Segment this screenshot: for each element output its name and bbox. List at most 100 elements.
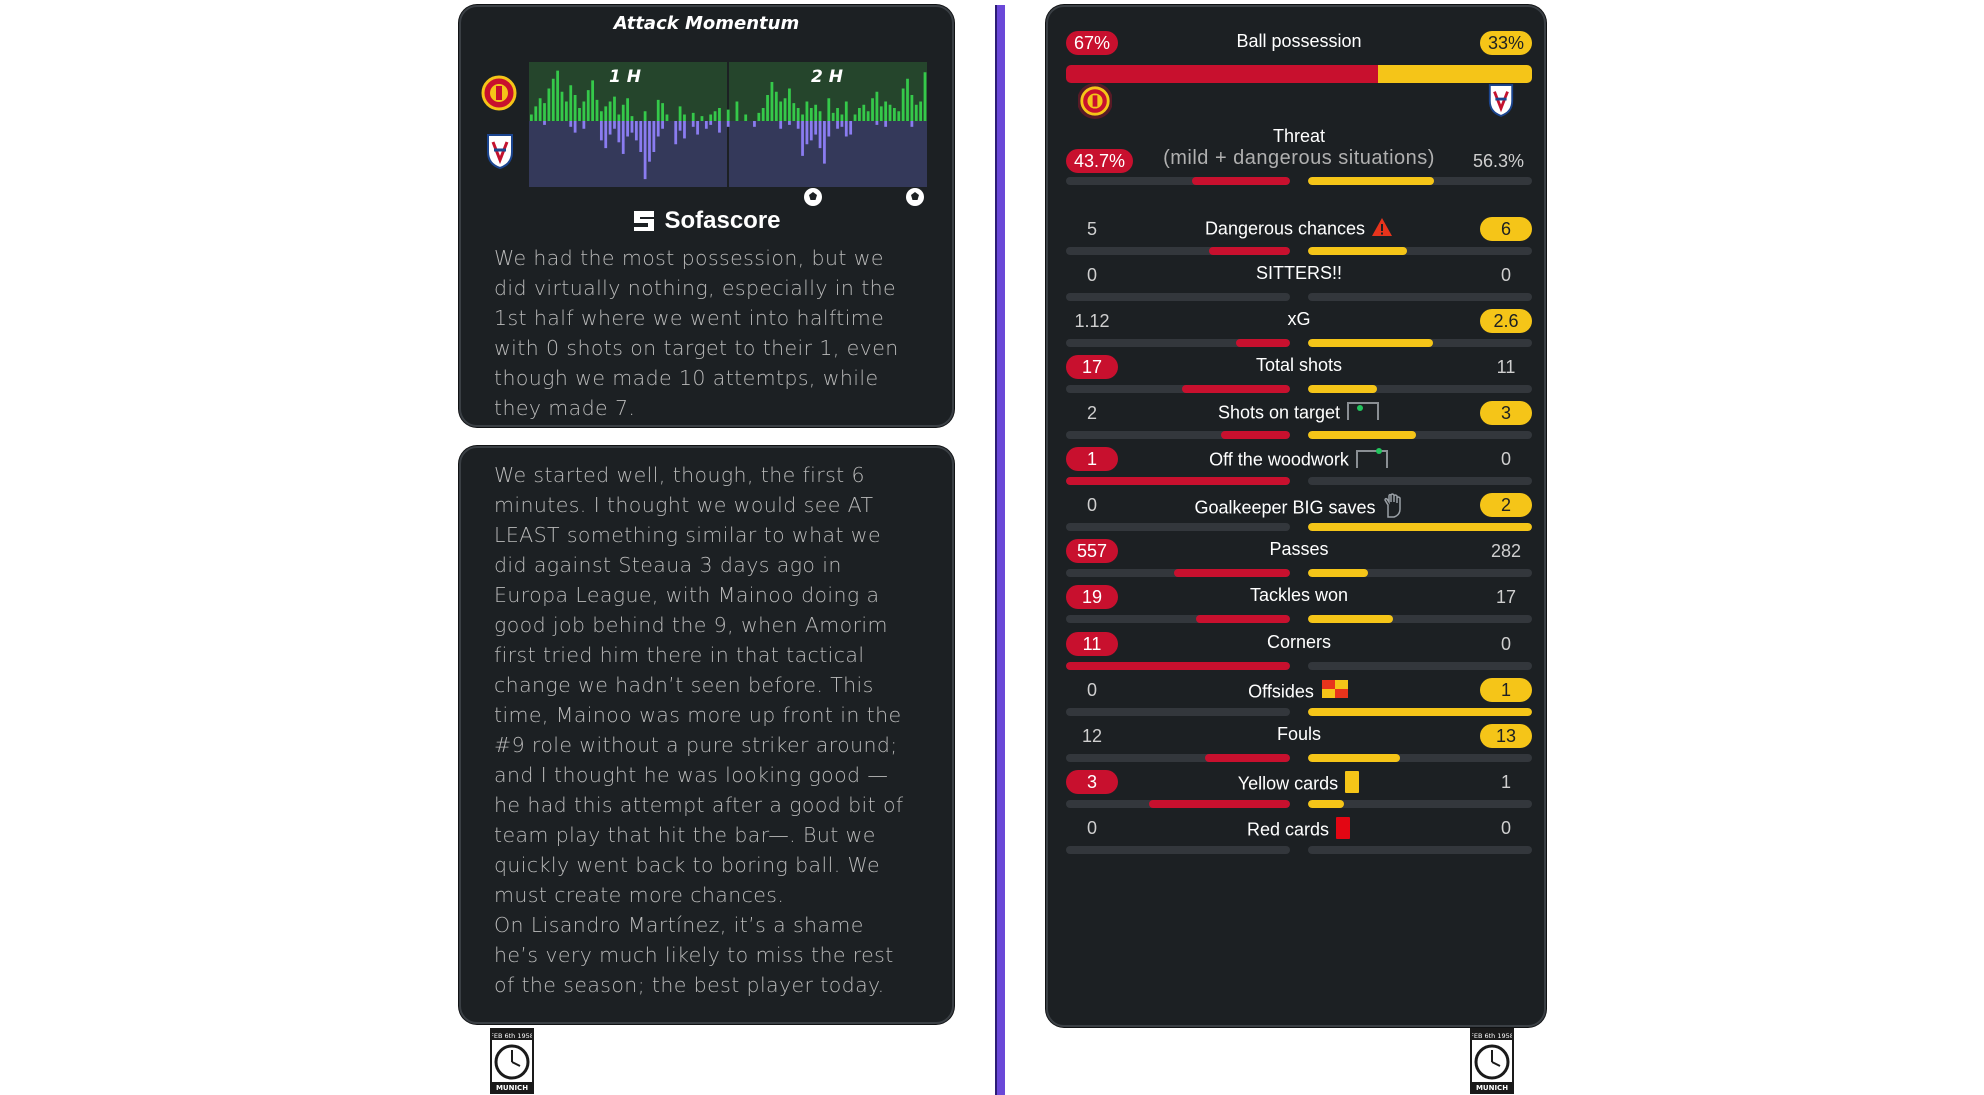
stat-row-ball-possession: 67% Ball possession 33% [1066,31,1532,83]
away-value: 0 [1500,449,1511,469]
stat-row-tackles-won: 19 Tackles won 17 [1066,585,1532,635]
munich-memorial-clock-icon: FEB 6th 1958 MUNICH [1470,1028,1514,1094]
home-momentum-bar [591,80,595,121]
home-momentum-bar [783,98,787,121]
home-momentum-bar [910,95,914,121]
threat-label: Threat [1272,126,1326,146]
home-momentum-bar [573,95,577,121]
stat-row-passes: 557 Passes 282 [1066,539,1532,589]
home-momentum-bar [530,114,533,121]
home-value: 11 [1066,632,1118,656]
home-value: 12 [1081,726,1103,746]
away-value: 6 [1480,217,1532,241]
home-momentum-bar [564,101,568,121]
home-bar [1066,477,1290,485]
away-bar [1308,846,1532,854]
away-momentum-bar [691,121,695,127]
home-momentum-bar [906,78,909,121]
away-bar-fill [1308,615,1394,623]
home-momentum-bar [744,114,748,121]
home-value: 0 [1086,680,1097,700]
home-momentum-bar [726,109,730,121]
home-value: 5 [1086,219,1097,239]
home-momentum-bar [866,111,870,121]
away-bar-fill [1308,800,1344,808]
commentary-card: We started well, though, the first 6 min… [459,446,954,1024]
home-momentum-bar [578,108,581,121]
home-momentum-bar [547,88,551,121]
home-momentum-bar [923,72,927,121]
stat-row-off-the-woodwork: 1 Off the woodwork 0 [1066,447,1532,497]
away-momentum-bar [634,121,638,141]
home-bar-fill [1066,662,1290,670]
home-momentum-bar [617,114,621,121]
away-momentum-bar [753,121,756,127]
stat-label: xG [1156,309,1442,330]
away-bar [1308,477,1532,485]
stat-label-text: Shots on target [1217,402,1341,423]
home-momentum-bar [630,116,634,121]
brand-name: Sofascore [664,207,781,234]
away-value: 11 [1496,357,1516,377]
momentum-caption: We had the most possession, but we did v… [494,246,899,420]
home-bar [1066,708,1290,716]
home-momentum-bar [770,82,774,121]
yellow-card-icon [1344,770,1360,799]
home-value: 0 [1086,495,1097,515]
home-momentum-bar [809,108,813,121]
stat-label-text: Passes [1269,539,1329,559]
home-bar [1066,523,1290,531]
home-momentum-bar [560,91,564,121]
home-bar-fill [1220,431,1290,439]
home-bar [1066,800,1290,808]
home-momentum-bar [884,101,888,121]
away-bar [1308,662,1532,670]
away-momentum-bar [884,121,888,127]
away-value: 0 [1500,818,1511,838]
away-momentum-bar [674,121,678,145]
away-momentum-bar [621,121,625,154]
away-momentum-bar [626,121,629,137]
away-value: 2.6 [1480,309,1532,333]
home-bar-fill [1209,247,1290,255]
away-bar-fill [1308,247,1407,255]
home-bar-fill [1066,477,1290,485]
away-momentum-bar [709,121,713,125]
stat-row-offsides: 0 Offsides 1 [1066,678,1532,728]
away-value: 0 [1500,634,1511,654]
red-card-icon [1335,816,1351,845]
home-value: 557 [1066,539,1118,563]
away-momentum-bar [643,121,647,180]
home-value: 43.7% [1066,149,1134,173]
stat-label: Shots on target [1156,401,1442,426]
away-momentum-bar [639,121,643,152]
home-momentum-bar [862,104,866,121]
home-momentum-bar [788,88,791,121]
momentum-chart: 1 H 2 H [529,62,927,187]
home-momentum-bar [604,106,608,121]
home-momentum-bar [691,112,695,121]
stat-label-text: Goalkeeper BIG saves [1194,497,1376,518]
home-momentum-bar [801,114,804,121]
home-momentum-bar [543,103,546,121]
memorial-date: FEB 6th 1958 [492,1032,532,1040]
home-momentum-bar [836,108,839,121]
away-bar [1308,754,1532,762]
away-value: 13 [1480,724,1532,748]
stat-label-text: xG [1287,309,1311,329]
away-momentum-bar [573,121,577,133]
away-possession-fill [1378,65,1532,83]
home-momentum-bar [796,108,800,121]
home-momentum-bar [709,114,713,121]
home-momentum-bar [792,103,796,121]
away-momentum-bar [805,121,809,145]
home-momentum-bar [897,111,901,121]
home-bar [1066,754,1290,762]
away-momentum-bar [652,121,656,152]
home-bar [1066,846,1290,854]
home-bar-fill [1195,615,1290,623]
away-momentum-bar [569,121,573,127]
match-stats-card: 67% Ball possession 33% Threat (mild + d… [1046,5,1546,1027]
away-bar [1308,569,1532,577]
stat-row-shots-on-target: 2 Shots on target 3 [1066,401,1532,451]
